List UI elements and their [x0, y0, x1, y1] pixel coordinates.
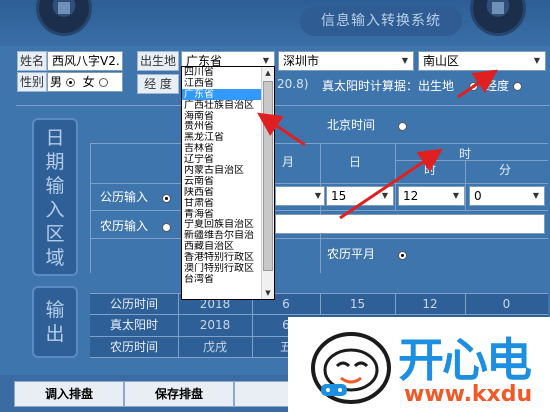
col-minute: 分 [498, 163, 511, 177]
divider [16, 105, 549, 106]
gender-female-radio[interactable] [98, 78, 108, 87]
gregorian-input-radio[interactable] [162, 191, 171, 205]
chevron-down-icon[interactable]: ▼ [399, 54, 411, 68]
app-title: 信息输入转换系统 [300, 6, 462, 36]
gregorian-input-label: 公历输入 [100, 190, 149, 204]
output-day: 15 [349, 297, 366, 311]
gender-label: 性别 [17, 72, 47, 92]
beijing-time-radio-dot[interactable] [398, 122, 407, 131]
col-month: 月 [281, 155, 294, 169]
output-year: 戊戌 [202, 340, 227, 354]
longitude-radio-dot[interactable] [513, 82, 522, 91]
section-char: 出 [45, 323, 65, 345]
scroll-down-icon[interactable]: ▼ [262, 287, 274, 299]
lunar-radio-dot[interactable] [162, 223, 171, 232]
gregorian-radio-dot[interactable] [162, 194, 171, 203]
col-time: 时 [458, 147, 471, 161]
grid-line [395, 143, 396, 211]
col-day: 日 [348, 155, 361, 169]
hour-select[interactable]: 12 ▼ [398, 186, 465, 206]
birthplace-radio[interactable] [469, 79, 478, 93]
section-char: 输 [45, 299, 65, 321]
chevron-down-icon[interactable]: ▼ [531, 54, 543, 68]
grid-line [320, 143, 321, 273]
section-char: 域 [45, 247, 65, 269]
chevron-down-icon[interactable]: ▼ [450, 189, 462, 203]
output-row-label: 真太阳时 [109, 318, 158, 332]
lunar-input-radio[interactable] [162, 220, 171, 234]
save-chart-button[interactable]: 保存排盘 [124, 381, 234, 407]
import-chart-button[interactable]: 调入排盘 [14, 381, 124, 407]
col-hour: 时 [423, 163, 436, 177]
beijing-time-label: 北京时间 [327, 118, 376, 132]
chevron-down-icon[interactable]: ▼ [530, 189, 542, 203]
longitude-radio[interactable] [513, 79, 522, 93]
gender-male-label: 男 [50, 75, 63, 89]
name-input[interactable]: 西风八字V2. [47, 51, 123, 71]
lunar-leap-radio[interactable] [398, 248, 407, 262]
beijing-time-radio[interactable] [398, 119, 407, 133]
date-input-section-title: 日 期 输 入 区 域 [32, 118, 78, 276]
grid-line [90, 238, 548, 239]
grid-line [90, 183, 548, 184]
output-row-label: 公历时间 [109, 297, 158, 311]
minute-select[interactable]: 0 ▼ [469, 186, 545, 206]
grid-line [90, 210, 548, 211]
longitude-value: 20.8) [277, 77, 309, 91]
chevron-down-icon[interactable]: ▼ [312, 189, 324, 203]
scrollbar-thumb[interactable] [263, 81, 273, 271]
lunar-leap-radio-dot[interactable] [398, 251, 407, 260]
section-char: 日 [45, 127, 65, 149]
output-row-label: 农历时间 [109, 340, 158, 354]
grid-line [465, 160, 466, 211]
lunar-input-label: 农历输入 [100, 219, 149, 233]
day-select[interactable]: 15 ▼ [326, 186, 394, 206]
longitude-label: 经 度 [137, 74, 179, 94]
birthplace-radio-dot[interactable] [469, 82, 478, 91]
section-char: 输 [45, 175, 65, 197]
solar-time-suffix: 据：出生地 [394, 79, 455, 93]
lunar-date-field[interactable] [275, 214, 545, 234]
section-char: 期 [45, 151, 65, 173]
hour-value: 12 [403, 189, 419, 203]
toolbar-button[interactable] [234, 381, 294, 407]
output-year: 2018 [199, 318, 231, 332]
chevron-down-icon[interactable]: ▼ [379, 189, 391, 203]
name-label: 姓名 [17, 51, 47, 71]
birthplace-label: 出生地 [137, 51, 179, 71]
section-char: 区 [45, 223, 65, 245]
longitude-option-label: 经度 [485, 79, 510, 93]
district-select[interactable]: 南山区 ▼ [418, 51, 546, 71]
scroll-up-icon[interactable]: ▲ [262, 67, 274, 79]
output-section-title: 输 出 [32, 286, 78, 358]
watermark-url: www.kxdu [404, 382, 533, 407]
solar-time-text: 真太阳时计算 [322, 79, 395, 93]
gender-group: 男 女 [47, 72, 123, 92]
grid-line [90, 143, 548, 144]
city-value: 深圳市 [283, 54, 320, 68]
dropdown-scrollbar[interactable]: ▲ ▼ [261, 67, 274, 299]
section-char: 入 [45, 199, 65, 221]
grid-line [90, 143, 91, 273]
lunar-leap-label: 农历平月 [327, 247, 376, 261]
city-select[interactable]: 深圳市 ▼ [278, 51, 414, 71]
district-value: 南山区 [423, 54, 460, 68]
minute-value: 0 [474, 189, 482, 203]
output-hour: 12 [422, 297, 438, 311]
day-value: 15 [331, 189, 347, 203]
mascot-logo-icon [311, 332, 391, 404]
month-select[interactable]: ▼ [275, 186, 325, 206]
solar-time-label: 真太阳时计算据：出生地 [322, 77, 454, 94]
watermark-brand: 开心电 [398, 333, 532, 387]
gender-male-radio[interactable] [65, 78, 75, 87]
gender-female-label: 女 [82, 75, 95, 89]
output-minute: 0 [502, 297, 511, 311]
